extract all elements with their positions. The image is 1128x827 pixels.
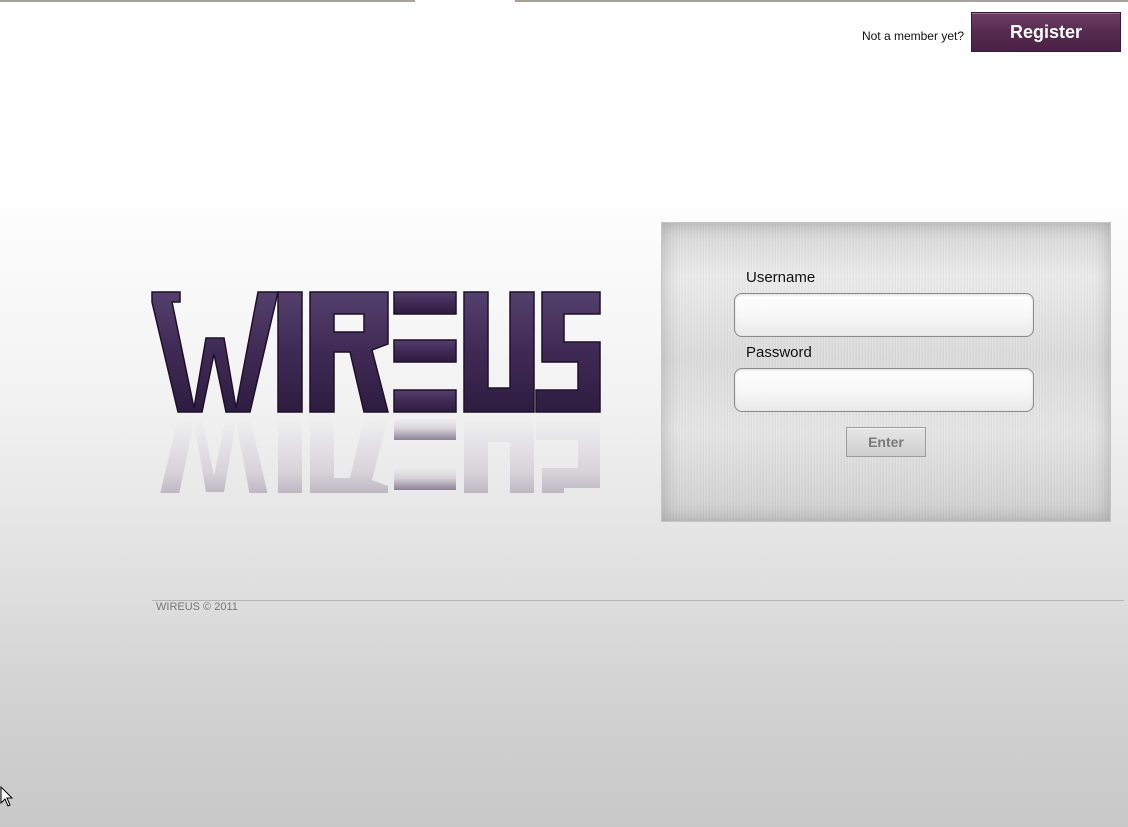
- member-prompt: Not a member yet?: [861, 29, 964, 43]
- mouse-pointer-icon: [0, 786, 14, 807]
- enter-button[interactable]: Enter: [846, 427, 926, 457]
- login-panel: Username Password Enter: [661, 222, 1111, 522]
- top-strip: [0, 0, 1128, 2]
- wireus-logo-icon: [151, 291, 601, 493]
- username-label: Username: [746, 269, 816, 286]
- password-input[interactable]: [734, 368, 1034, 412]
- username-input[interactable]: [734, 293, 1034, 337]
- password-label: Password: [746, 344, 812, 361]
- footer-divider: [152, 600, 1124, 601]
- copyright-text: WIREUS © 2011: [156, 601, 238, 613]
- top-strip-left: [0, 0, 415, 2]
- logo: [150, 288, 602, 493]
- register-button[interactable]: Register: [971, 12, 1121, 52]
- top-strip-right: [515, 0, 1128, 2]
